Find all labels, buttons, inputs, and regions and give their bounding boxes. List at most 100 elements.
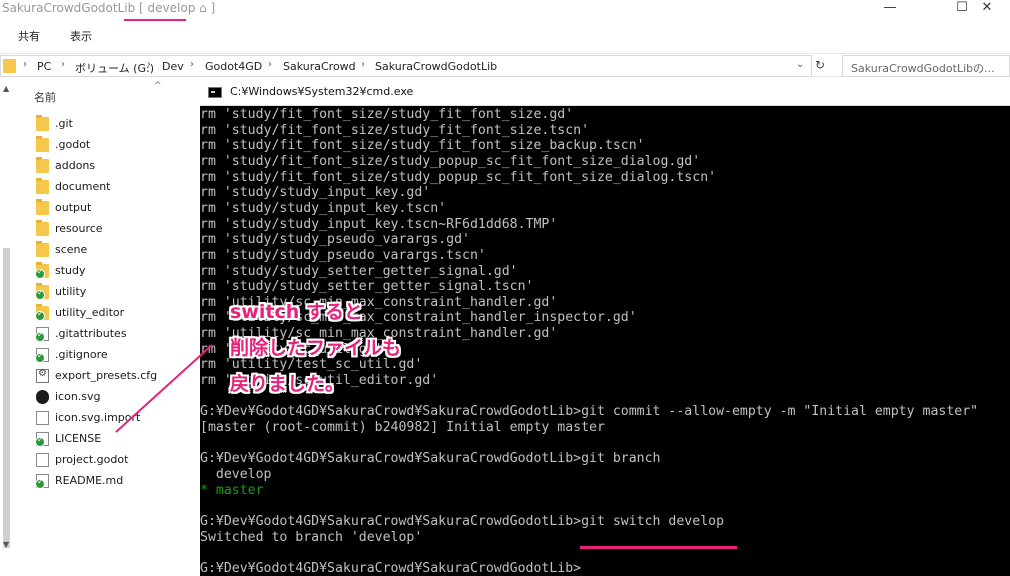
file-row[interactable]: utility bbox=[34, 282, 200, 303]
scrollbar-thumb[interactable] bbox=[3, 248, 10, 548]
breadcrumb-volume[interactable]: ボリューム (G:) bbox=[75, 60, 154, 76]
navigation-pane: ▲ ▼ bbox=[0, 78, 14, 576]
scroll-up-icon[interactable]: ▲ bbox=[3, 84, 9, 93]
file-name: study bbox=[55, 264, 86, 277]
file-name: scene bbox=[55, 243, 88, 256]
address-bar[interactable]: › PC › ボリューム (G:) › Dev › Godot4GD › Sak… bbox=[0, 55, 812, 77]
console-line: G:¥Dev¥Godot4GD¥SakuraCrowd¥SakuraCrowdG… bbox=[200, 560, 582, 576]
file-row[interactable]: README.md bbox=[34, 471, 200, 492]
window-title-name: SakuraCrowdGodotLib bbox=[2, 1, 136, 15]
git-status-icon bbox=[35, 309, 45, 321]
file-row[interactable]: icon.svg.import bbox=[34, 408, 200, 429]
console-line: rm 'study/study_input_key.tscn~RF6d1dd68… bbox=[200, 216, 558, 232]
file-row[interactable]: icon.svg bbox=[34, 387, 200, 408]
git-status-icon bbox=[35, 435, 45, 447]
console-line: rm 'study/study_pseudo_varargs.tscn' bbox=[200, 247, 486, 263]
file-row[interactable]: .godot bbox=[34, 135, 200, 156]
folder-icon bbox=[3, 59, 16, 73]
file-row[interactable]: resource bbox=[34, 219, 200, 240]
breadcrumb-dev[interactable]: Dev bbox=[162, 60, 184, 73]
callout-line-2: 削除したファイルも bbox=[230, 337, 402, 359]
folder-icon bbox=[36, 157, 49, 173]
console-window: C:¥Windows¥System32¥cmd.exe rm 'study/fi… bbox=[200, 80, 1010, 576]
console-line: rm 'study/fit_font_size/study_popup_sc_f… bbox=[200, 169, 717, 185]
minimize-button[interactable]: — bbox=[867, 0, 913, 20]
console-line: rm 'study/study_setter_getter_signal.gd' bbox=[200, 263, 518, 279]
console-line: [master (root-commit) b240982] Initial e… bbox=[200, 420, 605, 435]
console-line: develop bbox=[200, 466, 272, 482]
breadcrumb-separator[interactable]: › bbox=[268, 59, 272, 70]
console-line: rm 'study/study_pseudo_varargs.gd' bbox=[200, 232, 470, 248]
file-row[interactable]: LICENSE bbox=[34, 429, 200, 450]
git-status-icon bbox=[35, 288, 45, 300]
console-line: rm 'study/study_input_key.tscn' bbox=[200, 200, 447, 216]
column-header-name[interactable]: 名前 bbox=[34, 89, 56, 105]
breadcrumb-separator[interactable]: › bbox=[190, 59, 194, 70]
file-row[interactable]: study bbox=[34, 261, 200, 282]
file-name: utility bbox=[55, 285, 87, 298]
breadcrumb-godot4gd[interactable]: Godot4GD bbox=[205, 60, 262, 73]
callout-line-3: 戻りました。 bbox=[230, 373, 345, 395]
document-icon bbox=[36, 411, 49, 425]
console-line: * master bbox=[200, 482, 264, 498]
console-line: rm 'study/study_input_key.gd' bbox=[200, 185, 431, 201]
file-row[interactable]: project.godot bbox=[34, 450, 200, 471]
file-name: icon.svg.import bbox=[55, 411, 141, 424]
svg-file-icon bbox=[36, 390, 49, 404]
tab-view[interactable]: 表示 bbox=[70, 28, 92, 44]
console-line: rm 'study/fit_font_size/study_fit_font_s… bbox=[200, 107, 574, 122]
console-icon bbox=[208, 87, 222, 98]
file-name: LICENSE bbox=[55, 432, 102, 445]
breadcrumb-sakuracrowd[interactable]: SakuraCrowd bbox=[283, 60, 356, 73]
console-title: C:¥Windows¥System32¥cmd.exe bbox=[230, 85, 414, 98]
breadcrumb-separator: › bbox=[23, 59, 27, 70]
folder-icon bbox=[36, 220, 49, 236]
folder-icon bbox=[36, 115, 49, 131]
callout-line-1: switch すると bbox=[230, 301, 363, 323]
tab-share[interactable]: 共有 bbox=[18, 28, 40, 44]
file-name: .godot bbox=[55, 138, 91, 151]
address-dropdown-icon[interactable]: ⌄ bbox=[796, 59, 804, 70]
file-name: utility_editor bbox=[55, 306, 125, 319]
file-name: addons bbox=[55, 159, 96, 172]
console-line: rm 'study/fit_font_size/study_popup_sc_f… bbox=[200, 153, 701, 169]
console-line: rm 'study/fit_font_size/study_fit_font_s… bbox=[200, 122, 590, 138]
scroll-down-icon[interactable]: ▼ bbox=[3, 540, 9, 549]
file-name: icon.svg bbox=[55, 390, 101, 403]
folder-icon bbox=[36, 199, 49, 215]
file-row[interactable]: export_presets.cfg bbox=[34, 366, 200, 387]
file-name: project.godot bbox=[55, 453, 129, 466]
breadcrumb-separator[interactable]: › bbox=[147, 59, 151, 70]
console-line: G:¥Dev¥Godot4GD¥SakuraCrowd¥SakuraCrowdG… bbox=[200, 451, 661, 467]
file-row[interactable]: .git bbox=[34, 114, 200, 135]
folder-icon bbox=[36, 241, 49, 257]
console-title-bar: C:¥Windows¥System32¥cmd.exe bbox=[200, 80, 1010, 106]
search-placeholder: SakuraCrowdGodotLibの... bbox=[851, 62, 995, 75]
file-row[interactable]: document bbox=[34, 177, 200, 198]
branch-badge-underline bbox=[124, 19, 186, 21]
breadcrumb-separator[interactable]: › bbox=[61, 59, 65, 70]
file-row[interactable]: utility_editor bbox=[34, 303, 200, 324]
console-line: G:¥Dev¥Godot4GD¥SakuraCrowd¥SakuraCrowdG… bbox=[200, 513, 725, 529]
breadcrumb-separator[interactable]: › bbox=[361, 59, 365, 70]
git-status-icon bbox=[35, 477, 45, 489]
file-row[interactable]: addons bbox=[34, 156, 200, 177]
search-input[interactable]: SakuraCrowdGodotLibの... bbox=[842, 55, 1010, 77]
address-bar-row: › PC › ボリューム (G:) › Dev › Godot4GD › Sak… bbox=[0, 53, 1010, 77]
file-row[interactable]: .gitignore bbox=[34, 345, 200, 366]
file-name: export_presets.cfg bbox=[55, 369, 158, 382]
git-status-icon bbox=[35, 267, 45, 279]
file-row[interactable]: output bbox=[34, 198, 200, 219]
file-name: output bbox=[55, 201, 92, 214]
file-name: document bbox=[55, 180, 111, 193]
folder-icon bbox=[36, 178, 49, 194]
console-line: rm 'study/study_setter_getter_signal.tsc… bbox=[200, 279, 534, 295]
refresh-icon[interactable]: ↻ bbox=[815, 58, 825, 72]
file-row[interactable]: scene bbox=[34, 240, 200, 261]
file-row[interactable]: .gitattributes bbox=[34, 324, 200, 345]
breadcrumb-pc[interactable]: PC bbox=[37, 60, 51, 73]
breadcrumb-sakuracrowdgodotlib[interactable]: SakuraCrowdGodotLib bbox=[375, 60, 497, 73]
console-line: Switched to branch 'develop' bbox=[200, 529, 423, 545]
console-line: rm 'study/fit_font_size/study_fit_font_s… bbox=[200, 138, 645, 154]
close-button[interactable]: ✕ bbox=[964, 0, 1010, 20]
